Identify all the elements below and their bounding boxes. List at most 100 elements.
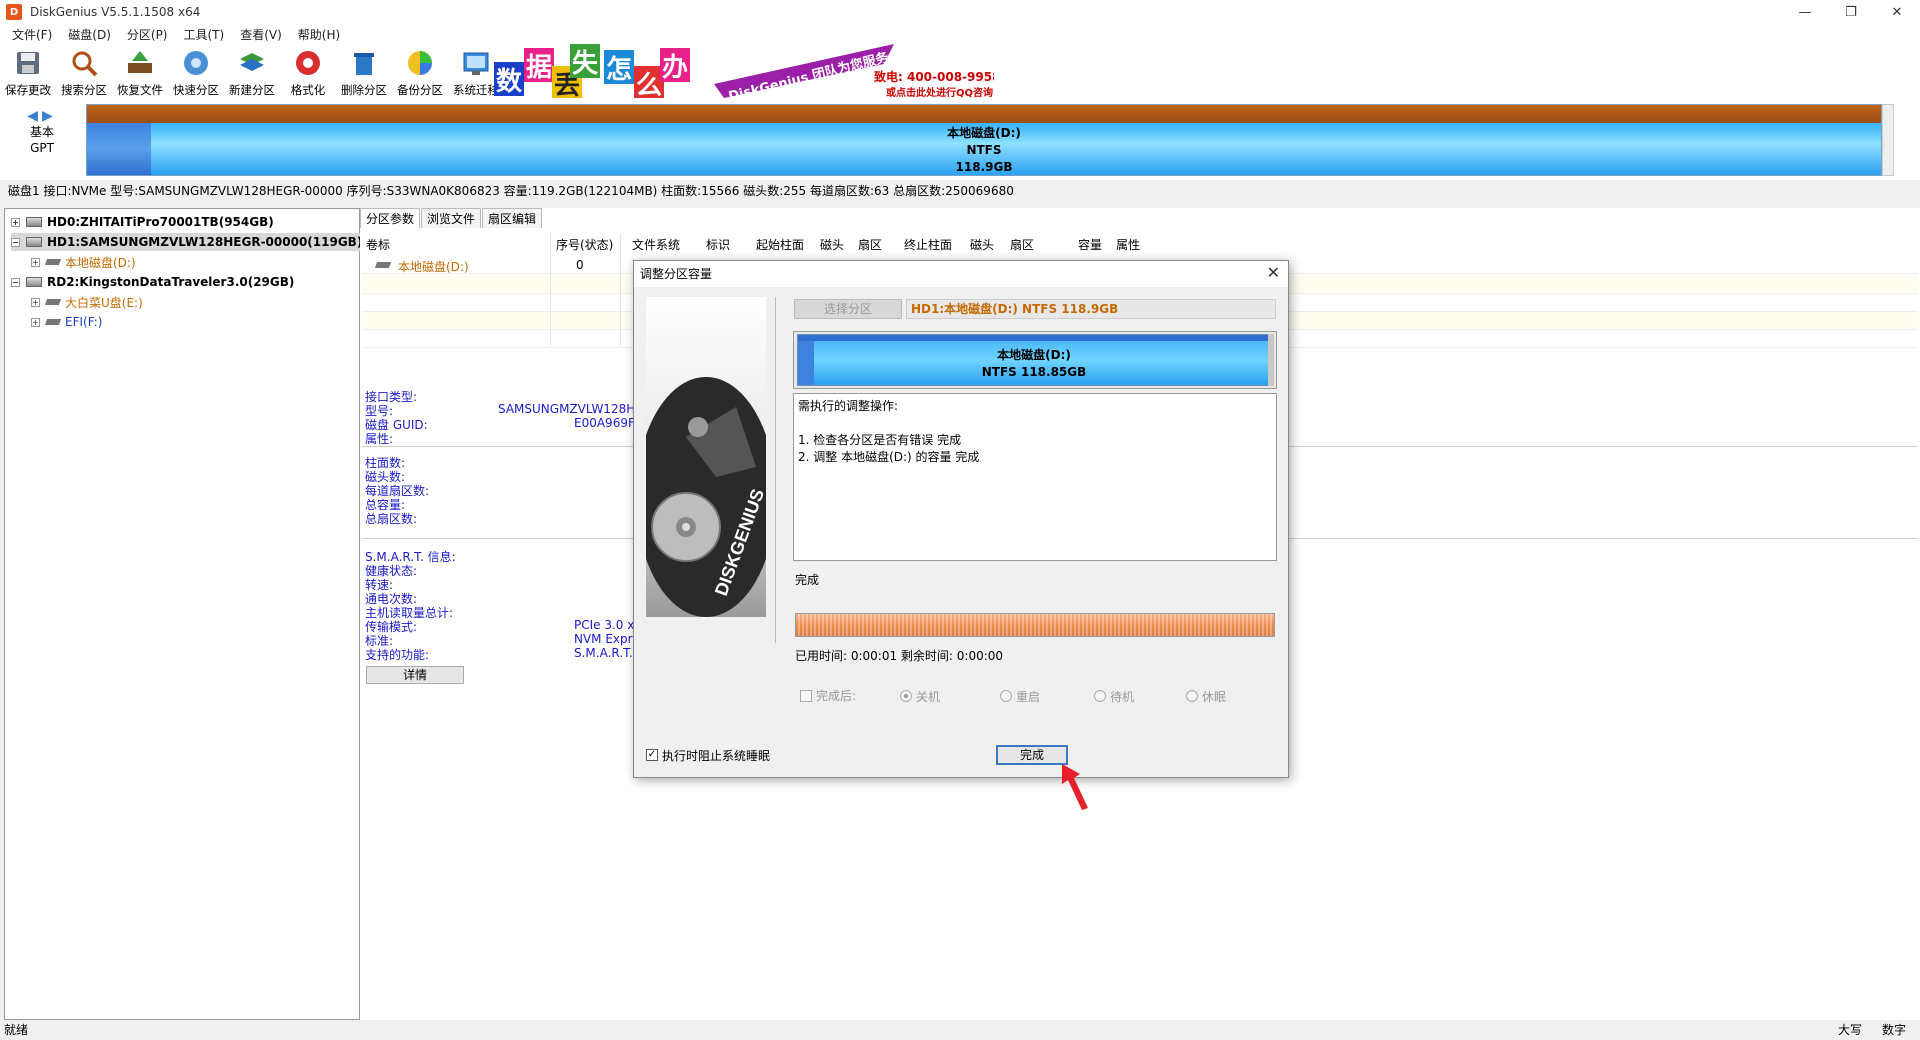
col-end-sector[interactable]: 扇区: [1010, 236, 1034, 253]
col-end-head[interactable]: 磁头: [970, 236, 994, 253]
menu-view[interactable]: 查看(V): [232, 26, 290, 43]
partition-bar-fs: NTFS: [966, 143, 1002, 157]
window-title: DiskGenius V5.5.1.1508 x64: [30, 5, 201, 19]
option-restart-label: 重启: [1016, 690, 1041, 704]
partition-icon: [374, 262, 392, 268]
tab-sector-edit[interactable]: 扇区编辑: [482, 208, 543, 228]
partition-bar-name: 本地磁盘(D:): [947, 126, 1021, 140]
col-volume-label[interactable]: 卷标: [366, 236, 390, 253]
prevent-sleep-checkbox[interactable]: ✓: [646, 749, 658, 761]
disk-type-line1: 基本: [29, 125, 54, 139]
menu-file[interactable]: 文件(F): [4, 26, 60, 43]
disk-bar-scrollbar[interactable]: [1882, 104, 1894, 176]
row-index: 0: [576, 258, 584, 272]
tree-item-partition-e[interactable]: + 大白菜U盘(E:): [31, 293, 143, 311]
finish-button[interactable]: 完成: [996, 745, 1068, 765]
col-capacity[interactable]: 容量: [1078, 236, 1102, 253]
option-hibernate-label: 休眠: [1202, 690, 1227, 704]
resize-handle[interactable]: [1268, 334, 1274, 386]
expand-icon[interactable]: +: [31, 317, 40, 327]
partition-icon: [44, 319, 62, 325]
after-complete-checkbox[interactable]: [800, 690, 812, 702]
col-end-cyl[interactable]: 终止柱面: [904, 236, 952, 253]
tab-bar: 分区参数 浏览文件 扇区编辑: [360, 208, 543, 228]
new-partition-button[interactable]: 新建分区: [224, 44, 280, 100]
collapse-icon[interactable]: −: [11, 277, 20, 287]
resize-partition-bar[interactable]: 本地磁盘(D:) NTFS 118.85GB: [793, 331, 1277, 389]
info-features: 支持的功能:: [365, 648, 430, 662]
hdd-icon: [26, 237, 42, 247]
row-volume-label: 本地磁盘(D:): [398, 260, 469, 274]
col-start-sector[interactable]: 扇区: [858, 236, 882, 253]
menu-disk[interactable]: 磁盘(D): [60, 26, 119, 43]
ops-title: 需执行的调整操作:: [798, 399, 899, 413]
disk-type-line2: GPT: [30, 141, 54, 155]
col-start-cyl[interactable]: 起始柱面: [756, 236, 804, 253]
format-button[interactable]: 格式化: [280, 44, 336, 100]
tree-item-hd0[interactable]: + HD0:ZHITAITiPro70001TB(954GB): [11, 213, 274, 231]
tab-partition-params[interactable]: 分区参数: [360, 208, 421, 228]
banner-tile: 怎: [604, 50, 634, 85]
banner-qq-link[interactable]: 或点击此处进行QQ咨询: [886, 84, 993, 98]
ad-banner[interactable]: 数 据 丢 失 怎 么 办 DiskGenius 团队为您服务 致电: 400-…: [494, 44, 994, 98]
backup-partition-button[interactable]: 备份分区: [392, 44, 448, 100]
minimize-button[interactable]: —: [1782, 0, 1828, 24]
delete-icon: [349, 48, 379, 78]
partition-bar[interactable]: 本地磁盘(D:) NTFS 118.9GB: [86, 104, 1882, 176]
disk-nav-arrows-icon[interactable]: ◀▶: [22, 108, 62, 124]
after-complete-label: 完成后:: [816, 689, 857, 703]
option-restart-radio[interactable]: [1000, 690, 1012, 702]
col-start-head[interactable]: 磁头: [820, 236, 844, 253]
partition-bar-size: 118.9GB: [955, 160, 1013, 174]
restore-button[interactable]: ❐: [1828, 0, 1874, 24]
disk-info-line: 磁盘1 接口:NVMe 型号:SAMSUNGMZVLW128HEGR-00000…: [0, 180, 1920, 202]
info-attr: 属性:: [365, 432, 394, 446]
status-bar: 就绪 大写 数字: [0, 1020, 1920, 1040]
info-standard-value: NVM Expr: [574, 632, 633, 646]
tree-item-partition-d[interactable]: + 本地磁盘(D:): [31, 253, 136, 271]
expand-icon[interactable]: +: [31, 257, 40, 267]
disk-tree: + HD0:ZHITAITiPro70001TB(954GB) − HD1:SAMS…: [4, 208, 363, 1020]
format-icon: [293, 48, 323, 78]
resize-partition-dialog: 调整分区容量 ✕ DISKGENIUS 选择分区 HD1:本地磁盘(D:) NT…: [633, 260, 1289, 778]
menu-tools[interactable]: 工具(T): [176, 26, 233, 43]
tab-browse-files[interactable]: 浏览文件: [421, 208, 482, 228]
selected-partition-field: HD1:本地磁盘(D:) NTFS 118.9GB: [906, 299, 1276, 319]
details-button[interactable]: 详情: [366, 666, 464, 684]
partition-icon: [44, 259, 62, 265]
menu-partition[interactable]: 分区(P): [119, 26, 176, 43]
op-item: 2. 调整 本地磁盘(D:) 的容量 完成: [798, 450, 980, 464]
recover-files-button[interactable]: 恢复文件: [112, 44, 168, 100]
tree-item-hd1[interactable]: − HD1:SAMSUNGMZVLW128HEGR-00000(119GB): [11, 233, 363, 251]
expand-icon[interactable]: +: [31, 297, 40, 307]
info-guid-value: E00A969F: [574, 416, 635, 430]
collapse-icon[interactable]: −: [11, 237, 20, 247]
option-standby-radio[interactable]: [1094, 690, 1106, 702]
banner-tile: 数: [494, 62, 524, 97]
select-partition-button[interactable]: 选择分区: [794, 299, 902, 319]
close-button[interactable]: ✕: [1874, 0, 1920, 24]
expand-icon[interactable]: +: [11, 217, 20, 227]
usb-drive-icon: [26, 277, 42, 287]
banner-tile: 据: [524, 48, 554, 83]
prevent-sleep-label: 执行时阻止系统睡眠: [662, 749, 771, 763]
option-shutdown-label: 关机: [916, 690, 941, 704]
col-index[interactable]: 序号(状态): [556, 236, 613, 253]
menu-help[interactable]: 帮助(H): [290, 26, 348, 43]
dialog-close-button[interactable]: ✕: [1267, 263, 1280, 282]
info-total-sectors: 总扇区数:: [365, 512, 418, 526]
time-info: 已用时间: 0:00:01 剩余时间: 0:00:00: [795, 649, 1004, 663]
tree-item-rd2[interactable]: − RD2:KingstonDataTraveler3.0(29GB): [11, 273, 294, 291]
tree-item-partition-f[interactable]: + EFI(F:): [31, 313, 102, 331]
quick-partition-button[interactable]: 快速分区: [168, 44, 224, 100]
search-partition-button[interactable]: 搜索分区: [56, 44, 112, 100]
col-filesystem[interactable]: 文件系统: [632, 236, 680, 253]
option-hibernate-radio[interactable]: [1186, 690, 1198, 702]
banner-hotline: 致电: 400-008-9958: [874, 70, 994, 84]
save-changes-button[interactable]: 保存更改: [0, 44, 56, 100]
col-attributes[interactable]: 属性: [1116, 236, 1140, 253]
delete-partition-button[interactable]: 删除分区: [336, 44, 392, 100]
col-id[interactable]: 标识: [706, 236, 730, 253]
progress-status: 完成: [795, 573, 820, 587]
option-shutdown-radio[interactable]: [900, 690, 912, 702]
